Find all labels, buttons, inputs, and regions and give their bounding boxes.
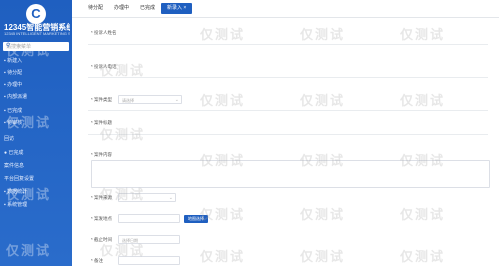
chevron-down-icon: ⌄ xyxy=(174,97,179,103)
case-type-label: * 案件类型 xyxy=(91,97,113,102)
sidebar-item-reply-settings[interactable]: 平台回复设置 xyxy=(4,175,34,182)
divider xyxy=(88,110,488,111)
sidebar-item-dispatch[interactable]: ▪ 内部派遣 xyxy=(4,93,27,100)
watermark: 仅测试 xyxy=(300,153,346,168)
sidebar-item-pending[interactable]: ▪ 待分配 xyxy=(4,69,22,76)
app-logo: C xyxy=(26,4,46,24)
address-input[interactable] xyxy=(118,214,180,223)
watermark: 仅测试 xyxy=(400,249,446,264)
watermark: 仅测试 xyxy=(6,115,52,130)
tab-new-entry[interactable]: 新录入 × xyxy=(161,3,193,14)
watermark: 仅测试 xyxy=(400,93,446,108)
watermark: 仅测试 xyxy=(400,207,446,222)
watermark: 仅测试 xyxy=(100,63,146,78)
caller-name-label: * 投诉人姓名 xyxy=(91,30,117,35)
tab-bar: 待分配 办理中 已完成 新录入 × xyxy=(72,0,499,18)
watermark: 仅测试 xyxy=(200,207,246,222)
watermark: 仅测试 xyxy=(6,187,52,202)
case-type-select[interactable]: 请选择 ⌄ xyxy=(118,95,182,104)
brand-subtitle: 12345 INTELLIGENT MARKETING SYSTEM xyxy=(4,31,70,36)
watermark: 仅测试 xyxy=(100,187,146,202)
watermark: 仅测试 xyxy=(200,249,246,264)
watermark: 仅测试 xyxy=(6,243,52,258)
tab-pending[interactable]: 待分配 xyxy=(88,3,103,14)
watermark: 仅测试 xyxy=(200,27,246,42)
watermark: 仅测试 xyxy=(100,127,146,142)
address-label: * 案发地点 xyxy=(91,216,113,221)
watermark: 仅测试 xyxy=(200,93,246,108)
sidebar-item-case-info[interactable]: 案件信息 xyxy=(4,162,24,169)
case-content-label: * 案件内容 xyxy=(91,152,113,157)
watermark: 仅测试 xyxy=(300,27,346,42)
divider xyxy=(88,44,488,45)
divider xyxy=(88,77,488,78)
watermark: 仅测试 xyxy=(300,207,346,222)
chevron-down-icon: ⌄ xyxy=(168,195,173,201)
sidebar-item-processing[interactable]: ▪ 办理中 xyxy=(4,81,22,88)
sidebar-item-revisit[interactable]: 回访 xyxy=(4,135,14,142)
watermark: 仅测试 xyxy=(300,93,346,108)
watermark: 仅测试 xyxy=(400,27,446,42)
tab-completed[interactable]: 已完成 xyxy=(140,3,155,14)
divider xyxy=(88,134,488,135)
sidebar-item-done[interactable]: ● 已完成 xyxy=(4,149,23,156)
watermark: 仅测试 xyxy=(300,249,346,264)
watermark: 仅测试 xyxy=(6,43,52,58)
watermark: 仅测试 xyxy=(400,153,446,168)
watermark: 仅测试 xyxy=(200,153,246,168)
tab-processing[interactable]: 办理中 xyxy=(114,3,129,14)
watermark: 仅测试 xyxy=(100,243,146,258)
